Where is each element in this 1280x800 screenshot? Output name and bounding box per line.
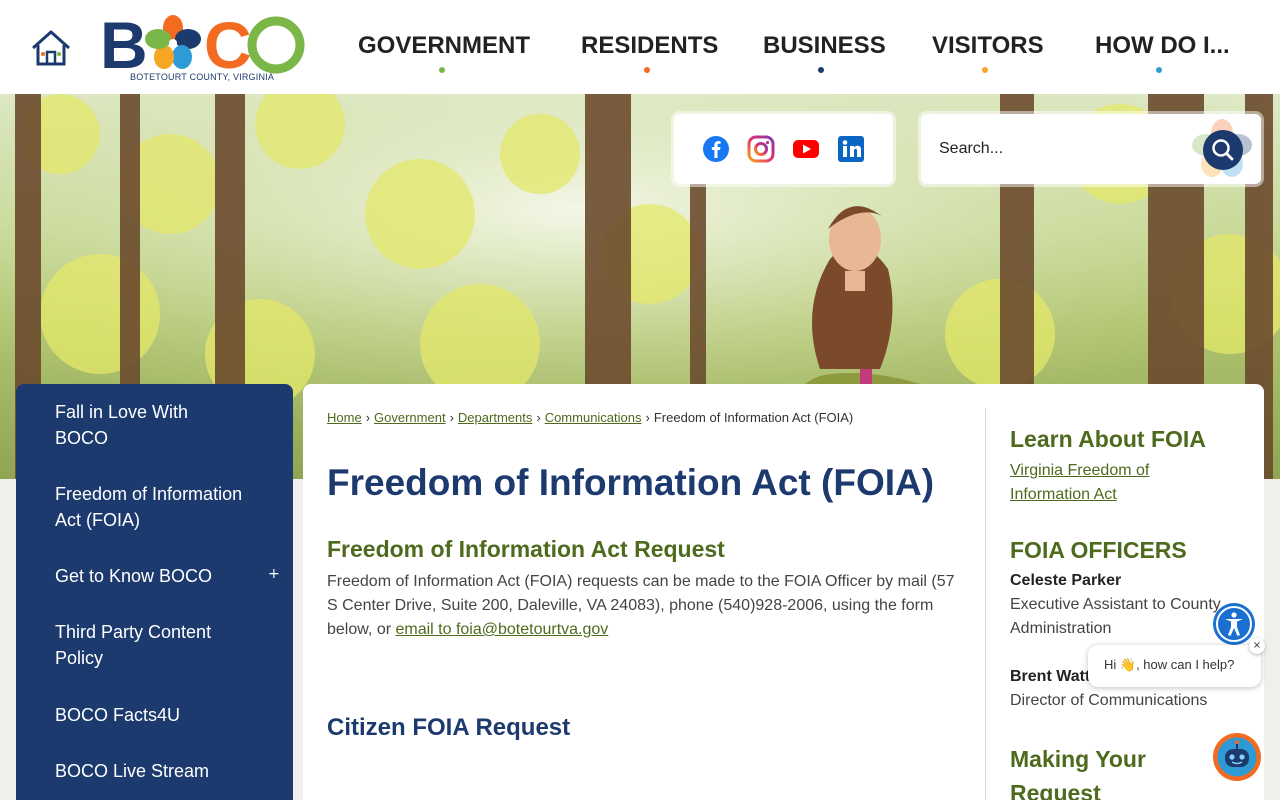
making-request-heading: Making Your Request	[1010, 746, 1146, 800]
search-button[interactable]	[1203, 130, 1243, 170]
chat-greeting[interactable]: Hi 👋, how can I help?	[1088, 645, 1261, 687]
sidebar-item-facts4u[interactable]: BOCO Facts4U	[55, 702, 245, 728]
section-heading: Freedom of Information Act Request	[327, 536, 725, 562]
officers-heading: FOIA OFFICERS	[1010, 537, 1187, 563]
home-icon[interactable]	[29, 28, 73, 70]
logo-subtitle: BOTETOURT COUNTY, VIRGINIA	[130, 72, 275, 82]
email-link[interactable]: email to foia@botetourtva.gov	[395, 621, 608, 638]
officer-name: Celeste Parker	[1010, 572, 1122, 589]
social-links	[674, 114, 893, 184]
nav-dot	[818, 67, 824, 73]
sidebar-item-get-to-know[interactable]: Get to Know BOCO	[55, 563, 245, 589]
column-divider	[985, 408, 986, 800]
body-paragraph: Freedom of Information Act (FOIA) reques…	[327, 573, 955, 638]
officer-name: Brent Watts	[1010, 668, 1100, 685]
chatbot-button[interactable]	[1213, 733, 1261, 781]
nav-how-do-i[interactable]: HOW DO I...	[1095, 32, 1230, 60]
breadcrumb-government[interactable]: Government	[374, 410, 446, 425]
nav-dot	[644, 67, 650, 73]
search-input[interactable]	[939, 134, 1179, 164]
svg-text:C: C	[204, 8, 252, 78]
sidebar-item-fall-in-love[interactable]: Fall in Love With BOCO	[55, 399, 245, 451]
nav-dot	[439, 67, 445, 73]
breadcrumb-communications[interactable]: Communications	[545, 410, 642, 425]
search-icon	[1212, 139, 1234, 161]
breadcrumb-current: Freedom of Information Act (FOIA)	[653, 410, 854, 425]
svg-text:B: B	[100, 8, 148, 78]
site-header: B C BOTETOURT COUNTY, VIRGINIA GOVERNMEN…	[0, 0, 1280, 94]
youtube-icon[interactable]	[792, 135, 820, 163]
sidebar-nav: Fall in Love With BOCO Freedom of Inform…	[16, 384, 293, 800]
facebook-icon[interactable]	[702, 135, 730, 163]
sidebar-item-live-stream[interactable]: BOCO Live Stream	[55, 758, 245, 784]
va-foia-link[interactable]: Virginia Freedom of Information Act	[1010, 459, 1210, 507]
accessibility-icon	[1216, 606, 1252, 642]
learn-heading: Learn About FOIA	[1010, 426, 1206, 452]
linkedin-icon[interactable]	[837, 135, 865, 163]
nav-visitors[interactable]: VISITORS	[932, 32, 1044, 60]
breadcrumb: Home › Government › Departments › Communicatio…	[327, 410, 854, 425]
close-icon[interactable]: ×	[1249, 638, 1265, 654]
nav-business[interactable]: BUSINESS	[763, 32, 886, 60]
robot-icon	[1214, 734, 1260, 780]
main-content: Home › Government › Departments › Communicatio…	[303, 384, 1264, 800]
accessibility-button[interactable]	[1213, 603, 1255, 645]
breadcrumb-departments[interactable]: Departments	[458, 410, 532, 425]
nav-residents[interactable]: RESIDENTS	[581, 32, 718, 60]
instagram-icon[interactable]	[747, 135, 775, 163]
officer-role: Director of Communications	[1010, 692, 1208, 709]
nav-government[interactable]: GOVERNMENT	[358, 32, 530, 60]
page-title: Freedom of Information Act (FOIA)	[327, 462, 935, 503]
search-box	[921, 114, 1261, 184]
nav-dot	[982, 67, 988, 73]
breadcrumb-home[interactable]: Home	[327, 410, 362, 425]
nav-dot	[1156, 67, 1162, 73]
citizen-request-heading: Citizen FOIA Request	[327, 714, 571, 741]
sidebar-item-foia[interactable]: Freedom of Information Act (FOIA)	[55, 481, 245, 533]
expand-icon[interactable]: +	[268, 566, 280, 582]
sidebar-item-third-party[interactable]: Third Party Content Policy	[55, 619, 245, 671]
